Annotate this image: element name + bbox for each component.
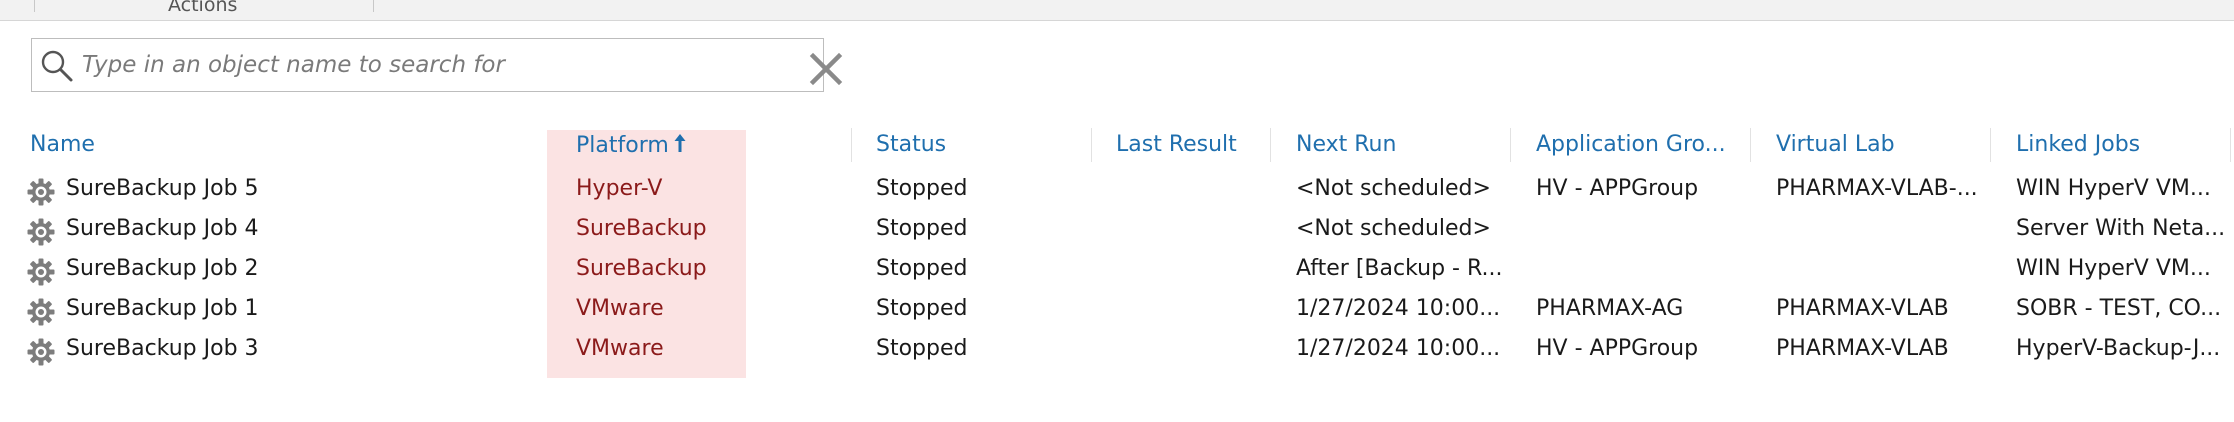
cell-name: SureBackup Job 2 bbox=[66, 256, 259, 281]
cell-virtual-lab: PHARMAX-VLAB bbox=[1776, 336, 1949, 361]
cell-linked-jobs: HyperV-Backup-J... bbox=[2016, 336, 2221, 361]
column-divider[interactable] bbox=[1990, 128, 1991, 162]
column-divider[interactable] bbox=[1091, 128, 1092, 162]
cell-name: SureBackup Job 1 bbox=[66, 296, 259, 321]
cell-next-run: <Not scheduled> bbox=[1296, 216, 1491, 241]
column-header-application-group[interactable]: Application Gro... bbox=[1536, 132, 1726, 162]
table-row[interactable]: SureBackup Job 5 Hyper-V Stopped <Not sched… bbox=[0, 172, 2234, 212]
cell-status: Stopped bbox=[876, 336, 968, 361]
gear-icon bbox=[27, 218, 55, 246]
column-divider[interactable] bbox=[1510, 128, 1511, 162]
cell-virtual-lab: PHARMAX-VLAB-... bbox=[1776, 176, 1978, 201]
column-divider[interactable] bbox=[1270, 128, 1271, 162]
ribbon-group-label-actions: Actions bbox=[168, 0, 238, 16]
cell-status: Stopped bbox=[876, 256, 968, 281]
clear-search-icon[interactable] bbox=[808, 51, 844, 87]
cell-application-group: HV - APPGroup bbox=[1536, 176, 1699, 201]
column-header-next-run[interactable]: Next Run bbox=[1296, 132, 1396, 162]
column-header-platform[interactable]: Platform bbox=[576, 132, 687, 162]
cell-status: Stopped bbox=[876, 176, 968, 201]
gear-icon bbox=[27, 338, 55, 366]
column-divider[interactable] bbox=[1750, 128, 1751, 162]
cell-platform: SureBackup bbox=[576, 216, 707, 241]
column-header-virtual-lab[interactable]: Virtual Lab bbox=[1776, 132, 1895, 162]
search-icon bbox=[41, 50, 73, 82]
cell-platform: VMware bbox=[576, 336, 664, 361]
cell-linked-jobs: WIN HyperV VM... bbox=[2016, 176, 2211, 201]
search-input[interactable] bbox=[82, 47, 772, 83]
column-divider[interactable] bbox=[851, 128, 852, 162]
gear-icon bbox=[27, 258, 55, 286]
cell-platform: VMware bbox=[576, 296, 664, 321]
table-row[interactable]: SureBackup Job 1 VMware Stopped 1/27/2024 1… bbox=[0, 292, 2234, 332]
cell-linked-jobs: SOBR - TEST, CO... bbox=[2016, 296, 2222, 321]
cell-virtual-lab: PHARMAX-VLAB bbox=[1776, 296, 1949, 321]
column-header-name[interactable]: Name bbox=[30, 132, 95, 162]
cell-next-run: 1/27/2024 10:00... bbox=[1296, 336, 1501, 361]
column-header-last-result[interactable]: Last Result bbox=[1116, 132, 1237, 162]
cell-linked-jobs: WIN HyperV VM... bbox=[2016, 256, 2211, 281]
search-box[interactable] bbox=[31, 38, 843, 92]
cell-application-group: HV - APPGroup bbox=[1536, 336, 1699, 361]
ribbon-separator bbox=[373, 0, 374, 12]
table-row[interactable]: SureBackup Job 4 SureBackup Stopped <Not sc… bbox=[0, 212, 2234, 252]
cell-name: SureBackup Job 5 bbox=[66, 176, 259, 201]
gear-icon bbox=[27, 178, 55, 206]
cell-status: Stopped bbox=[876, 216, 968, 241]
cell-status: Stopped bbox=[876, 296, 968, 321]
cell-next-run: After [Backup - R... bbox=[1296, 256, 1503, 281]
gear-icon bbox=[27, 298, 55, 326]
ribbon-separator bbox=[34, 0, 35, 12]
column-header-status[interactable]: Status bbox=[876, 132, 946, 162]
cell-name: SureBackup Job 4 bbox=[66, 216, 259, 241]
cell-platform: Hyper-V bbox=[576, 176, 663, 201]
cell-application-group: PHARMAX-AG bbox=[1536, 296, 1684, 321]
cell-next-run: <Not scheduled> bbox=[1296, 176, 1491, 201]
cell-platform: SureBackup bbox=[576, 256, 707, 281]
ribbon-bar: Actions bbox=[0, 0, 2234, 21]
cell-linked-jobs: Server With Neta... bbox=[2016, 216, 2226, 241]
sort-ascending-icon bbox=[674, 134, 686, 152]
cell-name: SureBackup Job 3 bbox=[66, 336, 259, 361]
column-header-linked-jobs[interactable]: Linked Jobs bbox=[2016, 132, 2140, 162]
table-row[interactable]: SureBackup Job 3 VMware Stopped 1/27/2024 1… bbox=[0, 332, 2234, 372]
column-divider[interactable] bbox=[2230, 128, 2231, 162]
cell-next-run: 1/27/2024 10:00... bbox=[1296, 296, 1501, 321]
table-row[interactable]: SureBackup Job 2 SureBackup Stopped After [… bbox=[0, 252, 2234, 292]
